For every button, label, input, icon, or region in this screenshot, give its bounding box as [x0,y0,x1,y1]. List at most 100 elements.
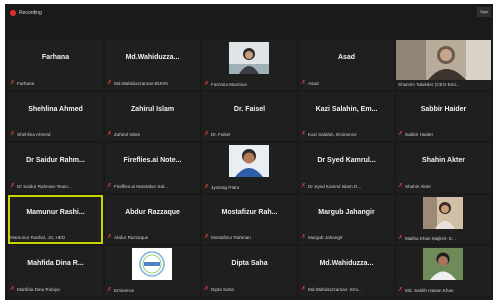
participant-label: ✗ Dr Saidur Rahman-Team... [10,183,72,190]
mic-muted-icon: ✗ [204,285,210,292]
participant-tile[interactable]: ✗ Farzana Munmun [202,40,297,90]
participant-display-name: Shehlina Ahmed [17,132,51,137]
participant-photo [229,42,269,74]
zoom-meeting-window: Recording Sign Farhana ✗ Farhana Md.Wahiduz… [5,4,493,300]
participant-display-name: Asad [308,80,319,86]
participant-display-name: Abdur Razzaque [114,235,149,240]
participant-tile[interactable]: Dr Saidur Rahm... ✗ Dr Saidur Rahman-Team.… [8,143,103,193]
mic-muted-icon: ✗ [107,286,113,293]
participant-tile[interactable]: ✗ Md. Sabith Hasan Khan [396,246,491,296]
participant-name: Mostafizur Rah... [221,208,278,216]
participant-name: Fireflies.ai Note... [123,157,182,164]
participant-tile[interactable]: Farhana ✗ Farhana [8,40,103,90]
participant-label: ✗ Md. Sabith Hasan Khan [398,287,454,294]
participant-label: ✗ Shahin Akter [398,183,431,190]
participant-label: ✗ Zahirul Islam [107,131,140,138]
participant-tile[interactable]: Mostafizur Rah... ✗ Mostafizur Rahman [202,194,297,244]
participant-display-name: Eminence [114,287,135,293]
participant-tile[interactable]: Mahfida Dina R... ✗ Mahfida Dina Rubiya [8,246,103,296]
participant-tile[interactable]: ✗ Eminence [105,246,200,296]
mic-muted-icon: ✗ [10,79,16,86]
participant-display-name: Mahfida Dina Rubiya [17,286,60,292]
participant-tile[interactable]: Md.Wahiduzza... ✗ Md.Wahiduzzaman- Emi... [299,246,394,296]
participant-label: Mamunur Rashid, JS, HED [10,234,65,241]
mic-muted-icon: ✗ [107,79,113,86]
participant-tile[interactable]: Dr. Faisel ✗ Dr. Faisel [202,91,297,141]
participant-display-name: Md. Sabith Hasan Khan [405,287,454,293]
mic-muted-icon: ✗ [10,285,16,292]
participant-tile[interactable]: Abdur Razzaque ✗ Abdur Razzaque [105,194,200,244]
participant-label: ✗ Asad [301,80,319,87]
participant-display-name: Md.Wahiduzzaman- Emi... [308,286,362,292]
participant-label: ✗ Farhana [10,80,34,87]
participant-label: Shamim Talukder (CEO-Emi... [398,81,459,88]
mic-muted-icon: ✗ [301,234,307,240]
participant-name: Md.Wahiduzza... [125,54,180,61]
participant-label: ✗ Dr. Faisel [204,131,230,138]
participant-display-name: Kazi Salahin, Eminence [308,132,357,137]
participant-name: Kazi Salahin, Em... [315,105,378,113]
mic-muted-icon: ✗ [204,183,210,190]
participant-tile[interactable]: Zahirul Islam ✗ Zahirul Islam [105,91,200,141]
sign-button[interactable]: Sign [477,7,491,17]
mic-muted-icon: ✗ [204,131,210,137]
recording-indicator[interactable]: Recording [10,8,42,18]
participant-tile[interactable]: Sabbir Haider ✗ Sabbir Haider [396,91,491,141]
participant-display-name: Fireflies.ai Notetaker Sal... [114,183,168,189]
participant-tile[interactable]: Shahin Akter ✗ Shahin Akter [396,143,491,193]
mic-muted-icon: ✗ [10,131,16,137]
participant-display-name: Farhana [17,80,35,86]
participant-photo [229,145,269,177]
mic-muted-icon: ✗ [398,182,404,189]
participant-display-name: Dr. Faisel [211,132,231,137]
participant-name: Margub Jahangir [318,208,375,216]
participant-tile[interactable]: Dipta Saha ✗ Dipta Saha [202,246,297,296]
participant-name: Zahirul Islam [130,105,175,113]
participant-display-name: Dipta Saha [211,286,234,292]
participant-name: Md.Wahiduzza... [319,260,374,267]
participant-tile[interactable]: Margub Jahangir ✗ Margub Jahangir [299,194,394,244]
mic-muted-icon: ✗ [10,182,16,189]
participant-display-name: Zahirul Islam [114,132,141,137]
participant-label: ✗ Md.Wahiduzzaman- Emi... [301,286,362,293]
participant-tile[interactable]: Kazi Salahin, Em... ✗ Kazi Salahin, Eminen… [299,91,394,141]
mic-muted-icon: ✗ [107,131,113,137]
participant-display-name: Shahin Akter [405,183,432,189]
participant-tile[interactable]: Md.Wahiduzza... ✗ Md.Wahiduzzaman-BUHN [105,40,200,90]
participant-tile[interactable]: Shamim Talukder (CEO-Emi... [396,40,491,90]
participant-label: ✗ Abdur Razzaque [107,234,148,241]
recording-label: Recording [19,10,42,16]
participant-display-name: Farzana Munmun [211,81,248,87]
participant-display-name: Jyotirag Patra [211,184,240,190]
participant-display-name: Sabbir Haider [405,132,434,137]
participant-display-name: Mostafizur Rahman [211,235,251,240]
participant-display-name: Shamim Talukder (CEO-Emi... [398,81,460,87]
participant-tile[interactable]: Shehlina Ahmed ✗ Shehlina Ahmed [8,91,103,141]
participant-photo [423,248,463,280]
participant-display-name: Mamunur Rashid, JS, HED [10,235,66,240]
participant-display-name: Dr Saidur Rahman-Team... [17,183,72,189]
mic-muted-icon: ✗ [301,79,307,86]
participant-name: Shehlina Ahmed [28,105,83,113]
participant-label: ✗ Margub Jahangir [301,234,343,241]
participant-label: ✗ Dr Syed Kamrul Islam D... [301,183,361,190]
participant-label: ✗ Kazi Salahin, Eminence [301,131,357,138]
participant-display-name: Margub Jahangir [308,235,343,240]
participant-tile[interactable]: Mamunur Rashi... Mamunur Rashid, JS, HED [8,194,103,244]
participant-display-name: Dr Syed Kamrul Islam D... [308,183,362,189]
participant-label: ✗ Jyotirag Patra [204,184,239,191]
mic-muted-icon: ✗ [398,286,404,293]
participant-display-name: Maliha Khan Majlish- E... [405,236,456,241]
participant-name: Dr Syed Kamrul... [317,157,376,164]
participant-name: Dr. Faisel [233,105,266,113]
participant-tile[interactable]: Dr Syed Kamrul... ✗ Dr Syed Kamrul Islam D… [299,143,394,193]
participant-tile[interactable]: ✗ Jyotirag Patra [202,143,297,193]
participant-tile[interactable]: ✗ Maliha Khan Majlish- E... [396,194,491,244]
participant-name: Dipta Saha [231,260,268,267]
mic-muted-icon: ✗ [301,285,307,292]
mic-muted-icon: ✗ [398,131,404,137]
participant-tile[interactable]: Fireflies.ai Note... ✗ Fireflies.ai Noteta… [105,143,200,193]
participant-label: ✗ Eminence [107,287,134,294]
participant-tile[interactable]: Asad ✗ Asad [299,40,394,90]
participant-photo [423,196,463,229]
